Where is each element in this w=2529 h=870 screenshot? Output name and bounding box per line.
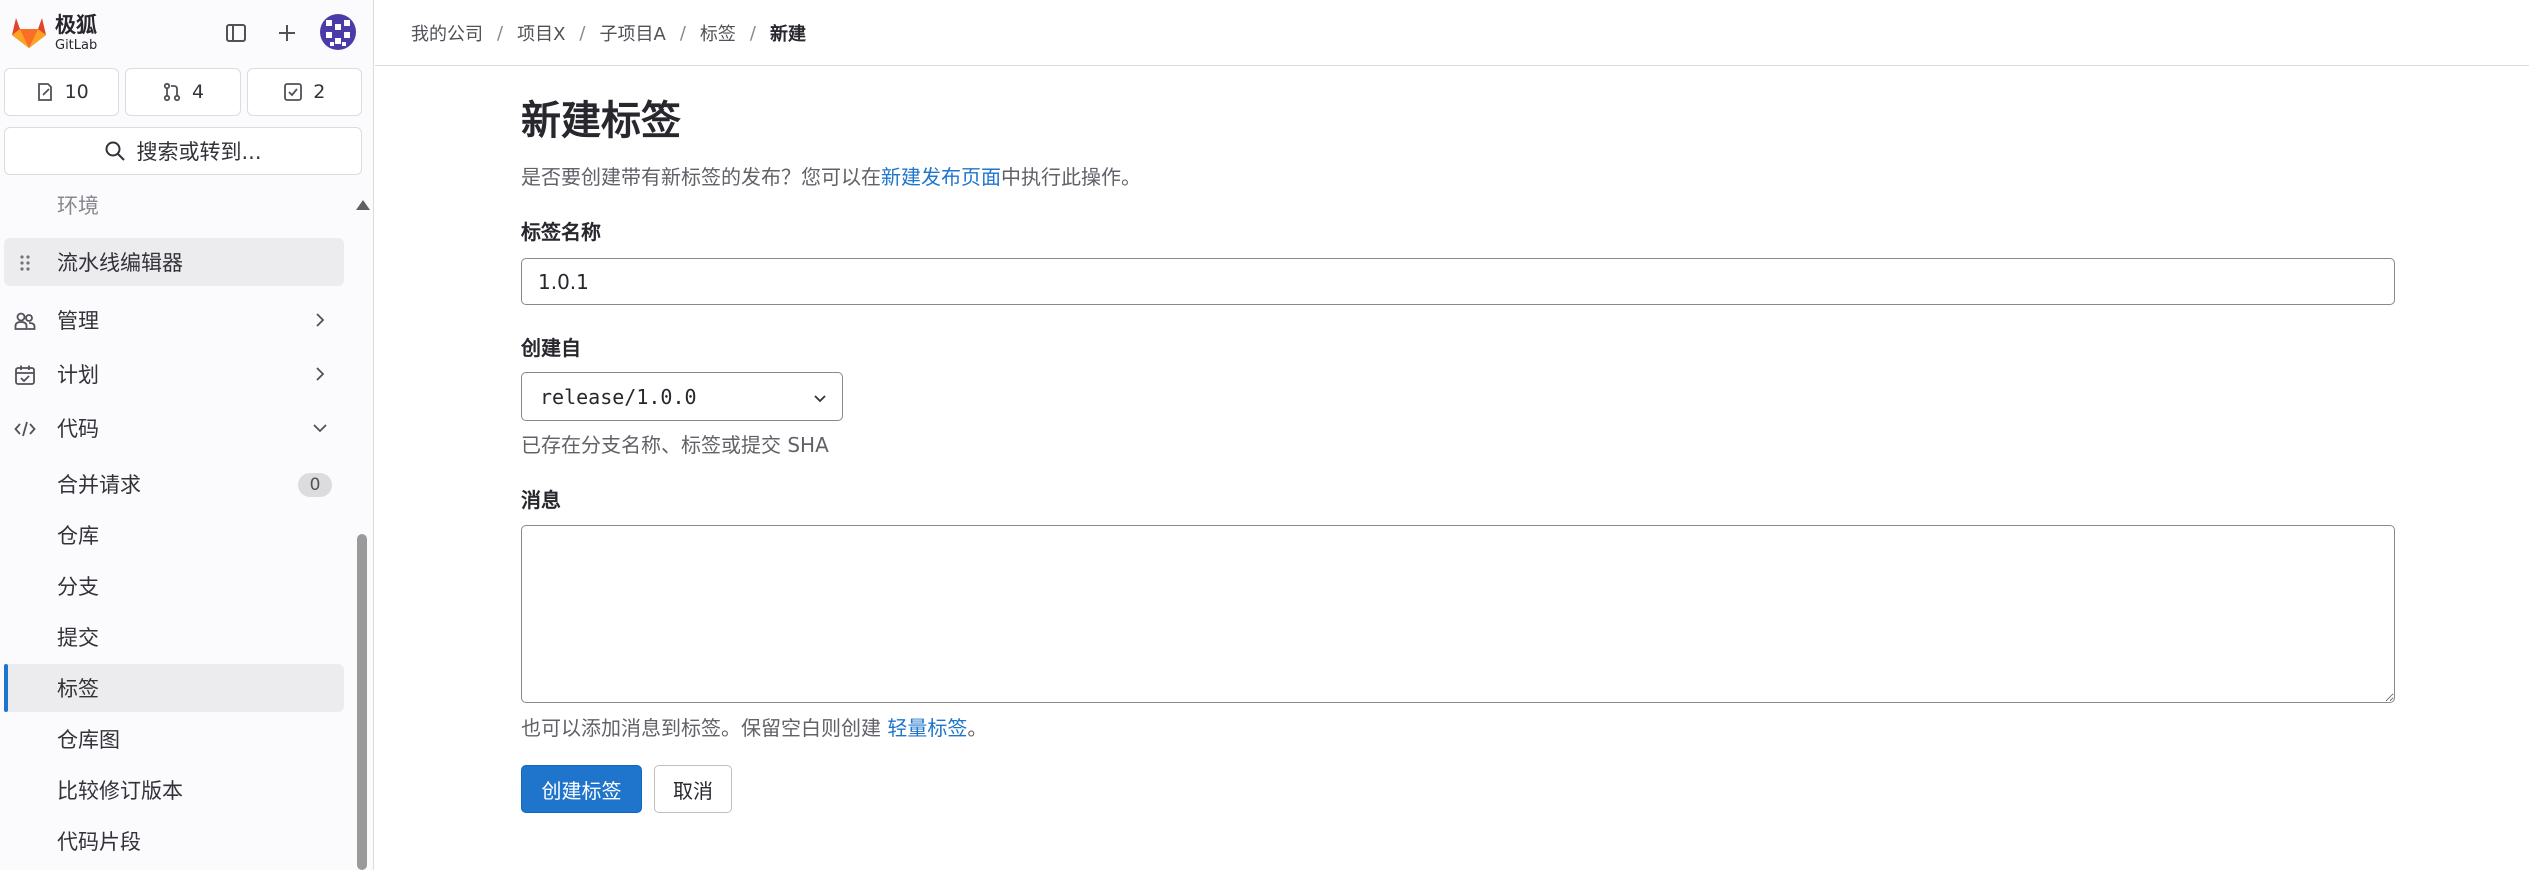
description-text-end: 中执行此操作。 <box>1001 165 1141 189</box>
sidebar-item-repo-graph[interactable]: 仓库图 <box>4 715 344 763</box>
breadcrumb-separator: / <box>579 22 586 44</box>
sidebar-item-label: 比较修订版本 <box>57 779 183 803</box>
merge-requests-counter[interactable]: 4 <box>125 68 241 116</box>
code-icon <box>14 421 36 437</box>
gitlab-logo-icon[interactable] <box>10 14 48 50</box>
todos-counter[interactable]: 2 <box>246 68 362 116</box>
sidebar-item-label: 管理 <box>57 309 99 333</box>
sidebar-item-label: 环境 <box>57 194 99 218</box>
active-indicator <box>4 664 8 712</box>
create-from-value: release/1.0.0 <box>540 384 697 409</box>
breadcrumb-current[interactable]: 新建 <box>770 20 806 46</box>
brand-sub: GitLab <box>55 38 98 53</box>
sidebar-item-label: 仓库 <box>57 524 99 548</box>
breadcrumb-separator: / <box>679 22 686 44</box>
user-avatar[interactable] <box>320 14 356 50</box>
issues-counter[interactable]: 10 <box>4 68 120 116</box>
todo-icon <box>284 83 303 101</box>
sidebar-item-label: 分支 <box>57 575 99 599</box>
chevron-down-icon <box>814 395 826 403</box>
description-text: 是否要创建带有新标签的发布？您可以在 <box>521 165 881 189</box>
lightweight-tag-link[interactable]: 轻量标签 <box>887 716 967 740</box>
sidebar-item-label: 合并请求 <box>57 473 141 497</box>
breadcrumb-link[interactable]: 子项目A <box>600 20 666 46</box>
scroll-up-arrow-icon[interactable] <box>356 200 370 210</box>
calendar-icon <box>15 365 35 385</box>
sidebar-scrollbar[interactable] <box>354 196 370 870</box>
breadcrumb-link[interactable]: 我的公司 <box>411 20 483 46</box>
sidebar-item-tags[interactable]: 标签 <box>4 664 344 712</box>
create-from-dropdown[interactable]: release/1.0.0 <box>521 372 843 421</box>
drag-handle-icon[interactable] <box>14 252 36 274</box>
breadcrumb-separator: / <box>497 22 504 44</box>
message-label: 消息 <box>521 488 561 512</box>
top-bar: 我的公司 / 项目X / 子项目A / 标签 / 新建 <box>375 0 2529 66</box>
breadcrumb-link[interactable]: 项目X <box>517 20 565 46</box>
new-release-link[interactable]: 新建发布页面 <box>881 165 1001 189</box>
chevron-right-icon <box>316 313 325 327</box>
sidebar-item-snippets[interactable]: 代码片段 <box>4 817 344 865</box>
sidebar-item-plan[interactable]: 计划 <box>4 350 344 398</box>
message-textarea[interactable] <box>521 525 2395 703</box>
chevron-right-icon <box>316 367 325 381</box>
sidebar-item-repository[interactable]: 仓库 <box>4 511 344 559</box>
message-help: 也可以添加消息到标签。保留空白则创建 轻量标签。 <box>521 712 987 741</box>
page-title: 新建标签 <box>521 98 681 144</box>
sidebar-item-label: 标签 <box>57 677 99 701</box>
sidebar-item-label: 代码 <box>57 417 99 441</box>
issues-count: 10 <box>64 81 89 103</box>
toggle-sidebar-button[interactable] <box>219 16 253 50</box>
create-from-label: 创建自 <box>521 336 581 360</box>
users-icon <box>14 312 36 330</box>
message-help-text: 也可以添加消息到标签。保留空白则创建 <box>521 716 888 740</box>
sidebar-item-commits[interactable]: 提交 <box>4 613 344 661</box>
breadcrumb: 我的公司 / 项目X / 子项目A / 标签 / 新建 <box>411 20 806 46</box>
chevron-down-icon <box>313 424 327 433</box>
create-from-help: 已存在分支名称、标签或提交 SHA <box>521 433 829 457</box>
brand[interactable]: 极狐 GitLab <box>55 13 98 53</box>
merge-request-icon <box>163 82 181 102</box>
cancel-button[interactable]: 取消 <box>654 765 732 813</box>
page-description: 是否要创建带有新标签的发布？您可以在新建发布页面中执行此操作。 <box>521 161 1141 190</box>
sidebar-item-code[interactable]: 代码 <box>4 404 344 452</box>
tag-name-input[interactable] <box>521 258 2395 305</box>
merge-requests-count: 4 <box>191 81 205 103</box>
search-icon <box>105 141 126 161</box>
sidebar-top: 极狐 GitLab <box>0 0 373 64</box>
search-button[interactable]: 搜索或转到... <box>4 127 362 175</box>
sidebar: 极狐 GitLab 10 4 2 搜索或转到... 环境 流水线编辑器 管理 计… <box>0 0 374 870</box>
sidebar-item-environments[interactable]: 环境 <box>4 181 344 229</box>
create-new-button[interactable] <box>270 16 304 50</box>
sidebar-item-label: 仓库图 <box>57 728 120 752</box>
sidebar-item-compare[interactable]: 比较修订版本 <box>4 766 344 814</box>
brand-name: 极狐 <box>55 13 97 37</box>
sidebar-toggle-icon <box>226 24 246 42</box>
search-label: 搜索或转到... <box>136 140 262 164</box>
sidebar-item-manage[interactable]: 管理 <box>4 296 344 344</box>
sidebar-item-branches[interactable]: 分支 <box>4 562 344 610</box>
scrollbar-thumb[interactable] <box>357 534 367 870</box>
sidebar-item-pipeline-editor[interactable]: 流水线编辑器 <box>4 238 344 286</box>
issue-icon <box>37 83 52 101</box>
merge-requests-badge: 0 <box>298 473 332 497</box>
sidebar-item-label: 代码片段 <box>57 830 141 854</box>
sidebar-counters: 10 4 2 <box>4 68 362 116</box>
sidebar-item-label: 提交 <box>57 626 99 650</box>
sidebar-item-merge-requests[interactable]: 合并请求 0 <box>4 460 344 508</box>
plus-icon <box>279 25 295 41</box>
tag-name-label: 标签名称 <box>521 220 601 244</box>
message-help-end: 。 <box>967 716 988 740</box>
todos-count: 2 <box>313 81 326 103</box>
create-tag-button[interactable]: 创建标签 <box>521 765 642 813</box>
breadcrumb-separator: / <box>749 22 756 44</box>
sidebar-item-label: 流水线编辑器 <box>57 251 183 275</box>
breadcrumb-link[interactable]: 标签 <box>700 20 736 46</box>
sidebar-item-label: 计划 <box>57 363 99 387</box>
